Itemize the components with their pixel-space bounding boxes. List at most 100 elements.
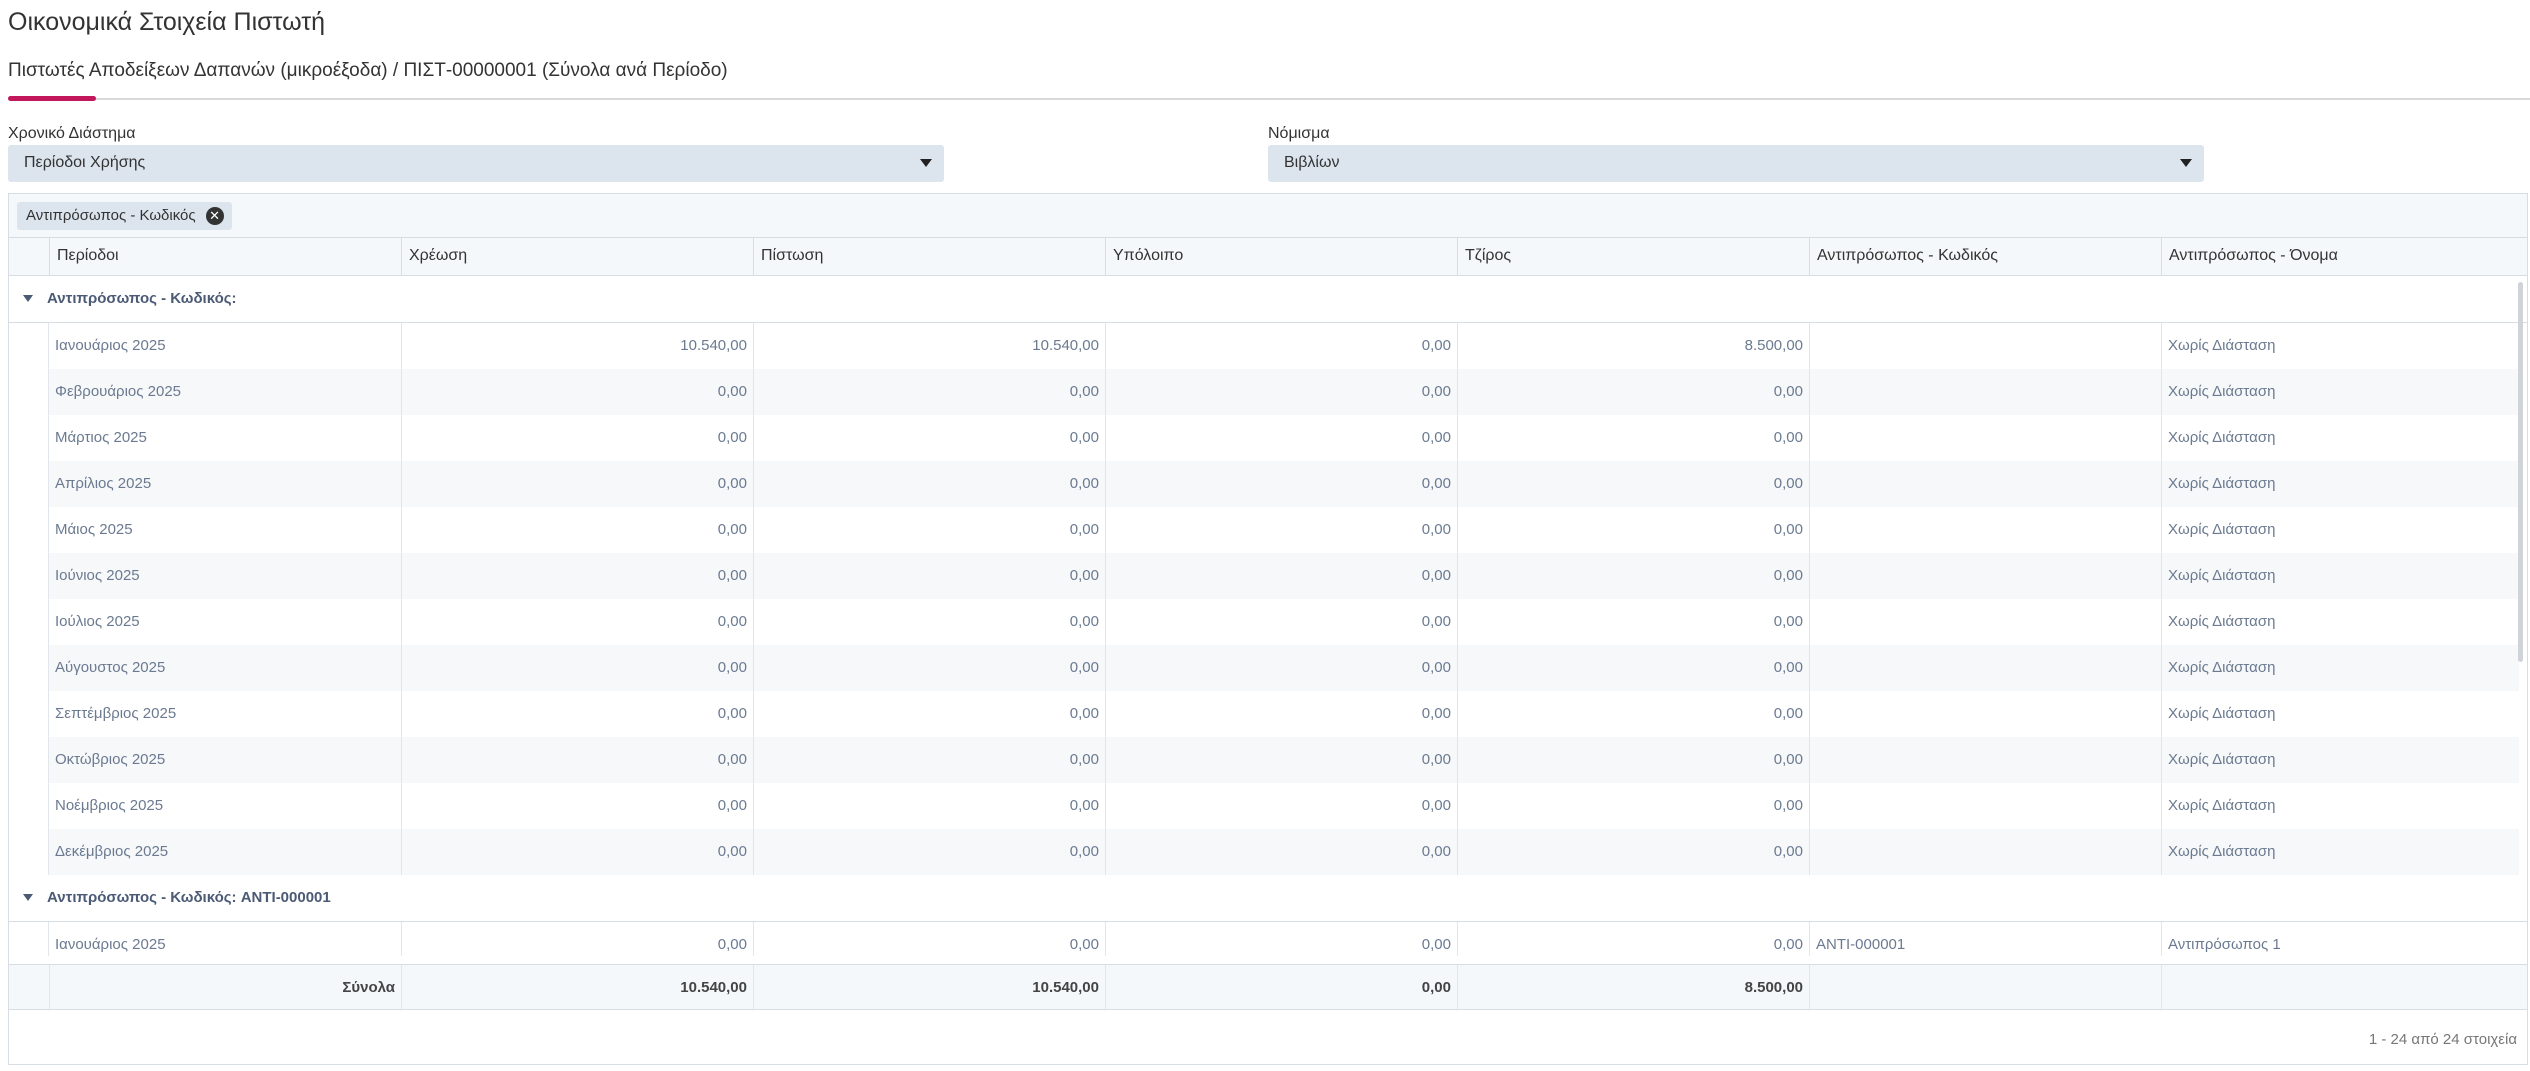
cell-rep-name: Χωρίς Διάσταση [2161, 829, 2519, 875]
cell-turnover: 8.500,00 [1457, 323, 1809, 369]
cell-balance: 0,00 [1105, 922, 1457, 956]
cell-balance: 0,00 [1105, 829, 1457, 875]
cell-rep-name: Χωρίς Διάσταση [2161, 553, 2519, 599]
cell-rep-name: Χωρίς Διάσταση [2161, 369, 2519, 415]
cell-turnover: 0,00 [1457, 599, 1809, 645]
cell-rep-code [1809, 553, 2161, 599]
cell-rep-code: ANTI-000001 [1809, 922, 2161, 956]
chevron-down-icon [920, 159, 932, 167]
currency-select[interactable]: Βιβλίων [1268, 145, 2204, 182]
table-row[interactable]: Φεβρουάριος 2025 0,00 0,00 0,00 0,00 Χωρίς Δι… [49, 369, 2519, 415]
column-header-period[interactable]: Περίοδοι [49, 238, 401, 276]
cell-credit: 0,00 [753, 599, 1105, 645]
table-row[interactable]: Δεκέμβριος 2025 0,00 0,00 0,00 0,00 Χωρίς Διά… [49, 829, 2519, 875]
cell-rep-name: Χωρίς Διάσταση [2161, 323, 2519, 369]
currency-filter-label: Νόμισμα [1268, 125, 1330, 142]
cell-debit: 0,00 [401, 829, 753, 875]
cell-rep-code [1809, 783, 2161, 829]
table-row[interactable]: Νοέμβριος 2025 0,00 0,00 0,00 0,00 Χωρίς Διάσ… [49, 783, 2519, 829]
column-header-debit[interactable]: Χρέωση [401, 238, 753, 276]
group-row-label: Αντιπρόσωπος - Κωδικός: ANTI-000001 [47, 889, 331, 906]
totals-credit: 10.540,00 [753, 965, 1105, 1011]
totals-empty-code [1809, 965, 2161, 1011]
column-header-turnover[interactable]: Τζίρος [1457, 238, 1809, 276]
collapse-triangle-icon[interactable] [23, 295, 33, 302]
cell-credit: 0,00 [753, 553, 1105, 599]
totals-row: Σύνολα 10.540,00 10.540,00 0,00 8.500,00 [9, 964, 2527, 1011]
cell-turnover: 0,00 [1457, 507, 1809, 553]
cell-credit: 0,00 [753, 691, 1105, 737]
cell-period: Οκτώβριος 2025 [55, 751, 166, 768]
page-subtitle-tab[interactable]: Πιστωτές Αποδείξεων Δαπανών (μικροέξοδα)… [8, 60, 728, 82]
cell-rep-name: Χωρίς Διάσταση [2161, 461, 2519, 507]
cell-period: Απρίλιος 2025 [55, 475, 152, 492]
cell-period: Φεβρουάριος 2025 [55, 383, 182, 400]
totals-turnover: 8.500,00 [1457, 965, 1809, 1011]
cell-balance: 0,00 [1105, 323, 1457, 369]
cell-rep-code [1809, 415, 2161, 461]
totals-label: Σύνολα [49, 965, 401, 1011]
cell-rep-code [1809, 461, 2161, 507]
cell-credit: 10.540,00 [753, 323, 1105, 369]
cell-debit: 0,00 [401, 461, 753, 507]
cell-balance: 0,00 [1105, 461, 1457, 507]
column-header-rep-name[interactable]: Αντιπρόσωπος - Όνομα [2161, 238, 2519, 276]
totals-balance: 0,00 [1105, 965, 1457, 1011]
cell-credit: 0,00 [753, 922, 1105, 956]
table-row[interactable]: Οκτώβριος 2025 0,00 0,00 0,00 0,00 Χωρίς Διάσ… [49, 737, 2519, 783]
totals-debit: 10.540,00 [401, 965, 753, 1011]
cell-rep-name: Αντιπρόσωπος 1 [2161, 922, 2519, 956]
table-row[interactable]: Σεπτέμβριος 2025 0,00 0,00 0,00 0,00 Χωρίς Δι… [49, 691, 2519, 737]
cell-debit: 0,00 [401, 922, 753, 956]
table-row[interactable]: Απρίλιος 2025 0,00 0,00 0,00 0,00 Χωρίς Διάστ… [49, 461, 2519, 507]
cell-turnover: 0,00 [1457, 737, 1809, 783]
table-row[interactable]: Μάρτιος 2025 0,00 0,00 0,00 0,00 Χωρίς Διάστα… [49, 415, 2519, 461]
tab-underline [8, 98, 2530, 100]
table-row[interactable]: Ιανουάριος 2025 10.540,00 10.540,00 0,00 8.5… [49, 323, 2519, 369]
cell-period: Μάρτιος 2025 [55, 429, 147, 446]
column-header-credit[interactable]: Πίστωση [753, 238, 1105, 276]
cell-rep-code [1809, 691, 2161, 737]
cell-turnover: 0,00 [1457, 369, 1809, 415]
cell-turnover: 0,00 [1457, 691, 1809, 737]
cell-balance: 0,00 [1105, 737, 1457, 783]
cell-balance: 0,00 [1105, 691, 1457, 737]
cell-balance: 0,00 [1105, 507, 1457, 553]
group-row[interactable]: Αντιπρόσωπος - Κωδικός: ANTI-000001 [9, 875, 2527, 922]
cell-turnover: 0,00 [1457, 783, 1809, 829]
cell-rep-code [1809, 599, 2161, 645]
group-indent [9, 922, 49, 956]
cell-debit: 0,00 [401, 507, 753, 553]
scrollbar[interactable] [2518, 282, 2523, 662]
group-chip[interactable]: Αντιπρόσωπος - Κωδικός ✕ [17, 202, 232, 230]
table-row[interactable]: Ιούνιος 2025 0,00 0,00 0,00 0,00 Χωρίς Διάστα… [49, 553, 2519, 599]
cell-credit: 0,00 [753, 369, 1105, 415]
cell-debit: 0,00 [401, 553, 753, 599]
cell-rep-name: Χωρίς Διάσταση [2161, 783, 2519, 829]
cell-period: Ιούνιος 2025 [55, 567, 140, 584]
collapse-triangle-icon[interactable] [23, 894, 33, 901]
cell-period: Ιανουάριος 2025 [55, 337, 166, 354]
table-row[interactable]: Ιανουάριος 2025 0,00 0,00 0,00 0,00 ANTI-0000… [49, 922, 2519, 956]
column-header-rep-code[interactable]: Αντιπρόσωπος - Κωδικός [1809, 238, 2161, 276]
cell-rep-name: Χωρίς Διάσταση [2161, 507, 2519, 553]
cell-credit: 0,00 [753, 507, 1105, 553]
page-title: Οικονομικά Στοιχεία Πιστωτή [8, 8, 326, 36]
table-row[interactable]: Μάιος 2025 0,00 0,00 0,00 0,00 Χωρίς Διάσταση [49, 507, 2519, 553]
table-row[interactable]: Αύγουστος 2025 0,00 0,00 0,00 0,00 Χωρίς Διάσ… [49, 645, 2519, 691]
cell-balance: 0,00 [1105, 415, 1457, 461]
cell-rep-name: Χωρίς Διάσταση [2161, 691, 2519, 737]
cell-rep-name: Χωρίς Διάσταση [2161, 415, 2519, 461]
group-row[interactable]: Αντιπρόσωπος - Κωδικός: [9, 276, 2527, 323]
column-header-balance[interactable]: Υπόλοιπο [1105, 238, 1457, 276]
table-row[interactable]: Ιούλιος 2025 0,00 0,00 0,00 0,00 Χωρίς Διάστα… [49, 599, 2519, 645]
cell-credit: 0,00 [753, 461, 1105, 507]
close-icon[interactable]: ✕ [205, 207, 224, 225]
cell-rep-code [1809, 645, 2161, 691]
period-select[interactable]: Περίοδοι Χρήσης [8, 145, 944, 182]
cell-credit: 0,00 [753, 829, 1105, 875]
cell-credit: 0,00 [753, 415, 1105, 461]
group-indent [9, 323, 49, 875]
cell-rep-code [1809, 737, 2161, 783]
cell-turnover: 0,00 [1457, 461, 1809, 507]
